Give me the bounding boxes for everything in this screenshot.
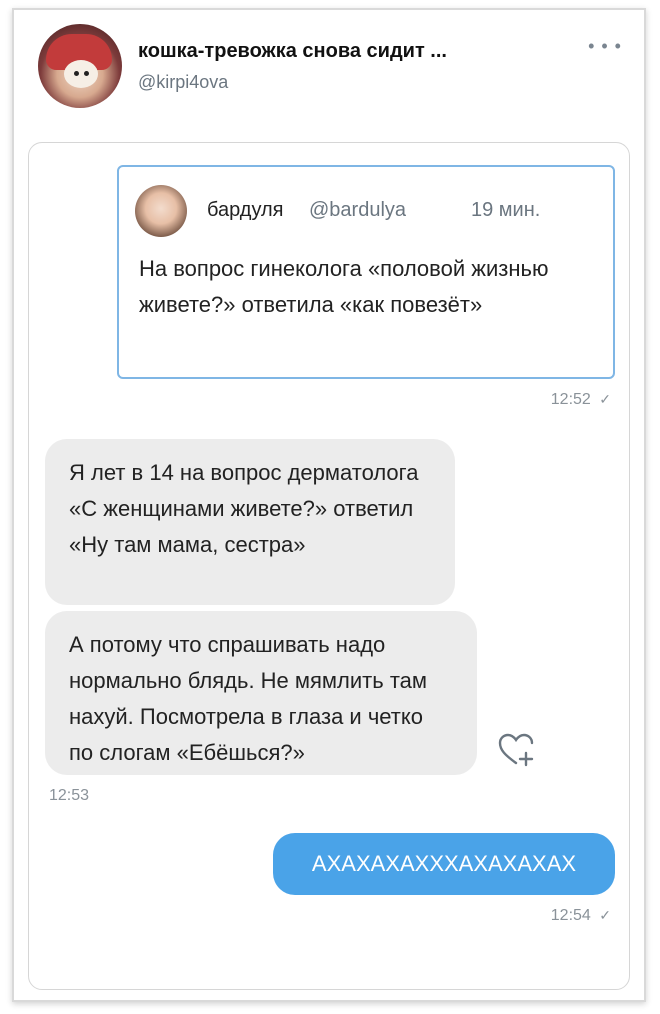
tweet-header: кошка-тревожка снова сидит ... @kirpi4ov… <box>14 10 644 130</box>
author-display-name[interactable]: кошка-тревожка снова сидит ... <box>138 40 447 63</box>
quoted-author-handle: @bardulya <box>309 199 407 221</box>
tweet-screenshot-frame: кошка-тревожка снова сидит ... @kirpi4ov… <box>12 8 646 1002</box>
quoted-tweet-time: 19 мин. <box>471 199 541 221</box>
quoted-tweet-text: На вопрос гинеколога «половой жизнью жив… <box>139 256 549 317</box>
heart-add-icon[interactable] <box>495 729 537 771</box>
avatar-eye-left <box>74 71 79 76</box>
check-icon: ✓ <box>599 907 611 923</box>
avatar-face <box>64 60 98 88</box>
check-icon: ✓ <box>599 391 611 407</box>
author-handle[interactable]: @kirpi4ova <box>138 72 228 93</box>
incoming-message-bubble[interactable]: А потому что спрашивать надо нормально б… <box>45 611 477 775</box>
quoted-author-name: бардуля <box>207 199 284 221</box>
incoming-timestamp: 12:53 <box>49 787 90 804</box>
outgoing-message-bubble[interactable]: АХАХАХАХХХАХАХАХАХ <box>273 833 615 895</box>
reply-timestamp: 12:54 <box>550 907 591 924</box>
chat-screenshot-card: бардуля @bardulya 19 мин. На вопрос гине… <box>28 142 630 990</box>
reply-timestamp-row: 12:54 ✓ <box>551 907 611 925</box>
quote-timestamp: 12:52 <box>550 391 591 408</box>
more-dots-icon[interactable]: • • • <box>588 36 622 57</box>
quoted-author-avatar <box>135 185 187 237</box>
quoted-tweet[interactable]: бардуля @bardulya 19 мин. На вопрос гине… <box>117 165 615 379</box>
quote-timestamp-row: 12:52 ✓ <box>551 391 611 409</box>
author-avatar[interactable] <box>38 24 122 108</box>
incoming-message-bubble[interactable]: Я лет в 14 на вопрос дерматолога «С женщ… <box>45 439 455 605</box>
avatar-eye-right <box>84 71 89 76</box>
